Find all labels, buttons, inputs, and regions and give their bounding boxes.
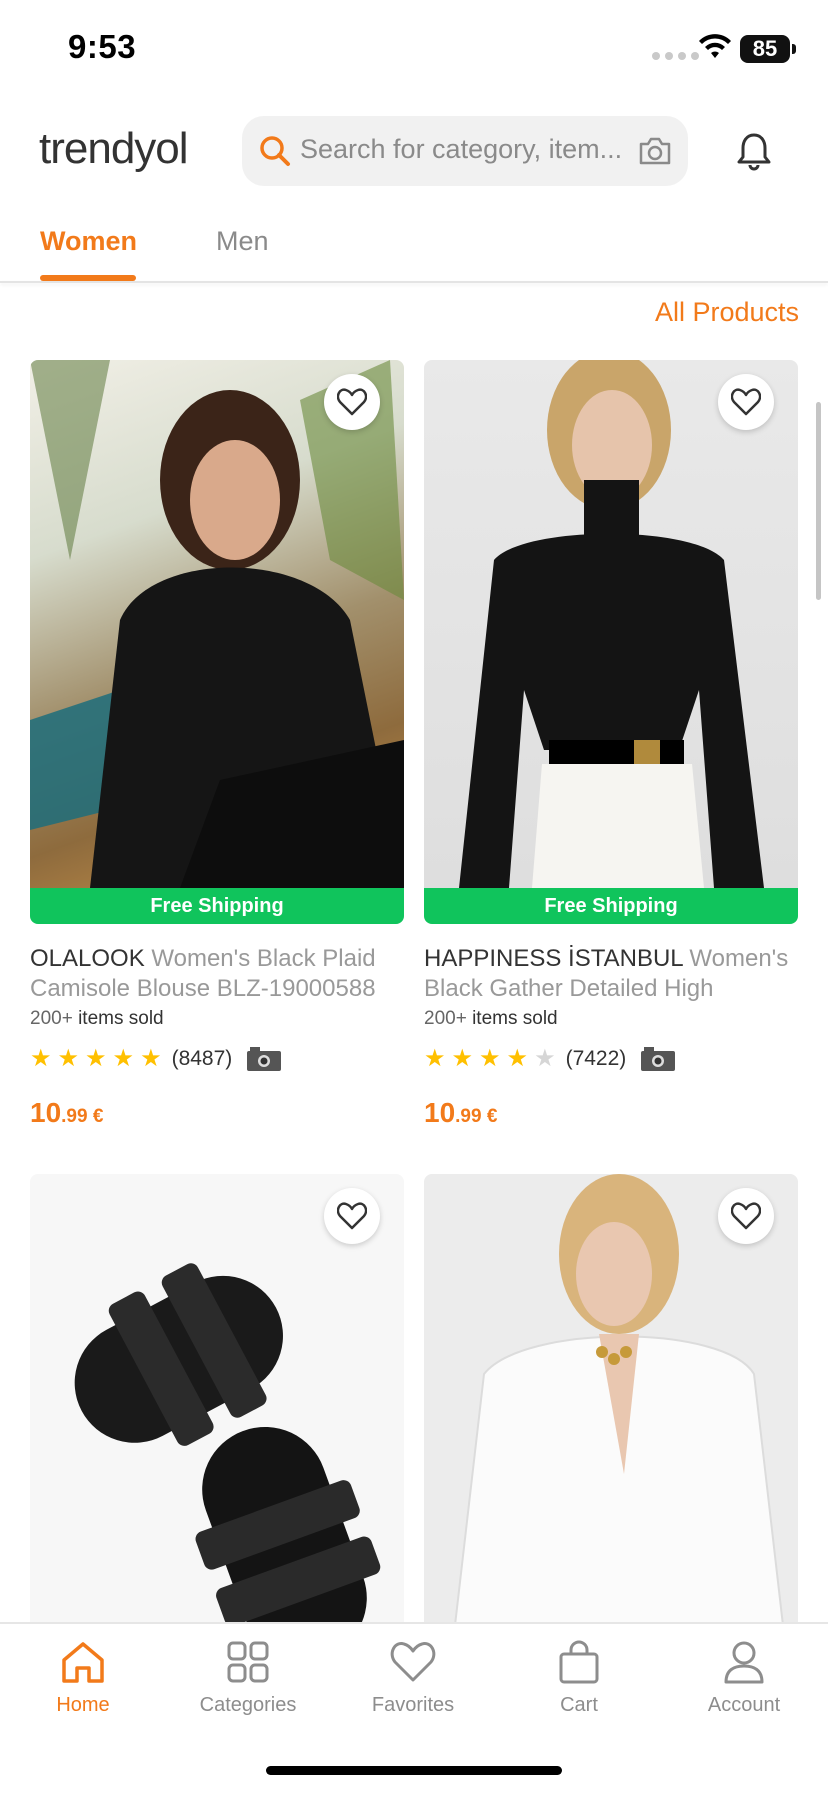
nav-categories-label: Categories <box>199 1694 297 1716</box>
signal-icon <box>652 52 699 60</box>
header-divider <box>0 281 828 283</box>
price-decimal: .99 € <box>61 1106 104 1127</box>
favorite-button[interactable] <box>324 374 380 430</box>
product-image[interactable] <box>424 360 798 888</box>
nav-favorites-label: Favorites <box>371 1694 455 1716</box>
photo-review-icon <box>641 1046 676 1071</box>
star-icon: ★ <box>424 1045 446 1072</box>
nav-cart[interactable]: Cart <box>496 1640 662 1717</box>
nav-account-label: Account <box>707 1694 781 1716</box>
heart-icon <box>337 388 367 416</box>
product-image[interactable] <box>30 360 404 888</box>
items-sold-count: 200+ <box>424 1008 467 1029</box>
bag-icon <box>559 1640 599 1684</box>
home-icon <box>62 1642 104 1683</box>
all-products-link[interactable]: All Products <box>655 297 799 328</box>
product-brand: OLALOOK <box>30 945 145 972</box>
items-sold-label: items sold <box>472 1008 558 1029</box>
tab-women[interactable]: Women <box>40 226 137 257</box>
heart-icon <box>731 388 761 416</box>
items-sold: 200+ items sold <box>30 1008 404 1030</box>
favorite-button[interactable] <box>324 1188 380 1244</box>
camera-search-icon[interactable] <box>637 135 673 167</box>
star-icon: ★ <box>112 1045 135 1072</box>
nav-favorites[interactable]: Favorites <box>330 1640 496 1717</box>
nav-home-label: Home <box>56 1694 110 1716</box>
product-name[interactable]: HAPPINESS İSTANBUL Women's Black Gather … <box>424 944 798 1004</box>
favorite-button[interactable] <box>718 1188 774 1244</box>
wifi-icon <box>699 34 731 58</box>
price-integer: 10 <box>30 1097 62 1128</box>
star-icon: ★ <box>506 1045 529 1072</box>
favorite-button[interactable] <box>718 374 774 430</box>
star-icon: ★ <box>85 1045 107 1072</box>
product-card[interactable]: Free Shipping HAPPINESS İSTANBUL Women's… <box>424 360 798 1129</box>
app-logo: trendyol <box>39 124 189 173</box>
review-count: (7422) <box>565 1046 627 1070</box>
home-indicator <box>266 1766 562 1775</box>
tab-men[interactable]: Men <box>216 226 269 257</box>
star-icon: ★ <box>140 1045 162 1072</box>
product-name[interactable]: OLALOOK Women's Black Plaid Camisole Blo… <box>30 944 404 1004</box>
product-card[interactable]: Free Shipping OLALOOK Women's Black Plai… <box>30 360 404 1129</box>
star-icon: ★ <box>30 1045 52 1072</box>
star-icon: ★ <box>479 1045 501 1072</box>
heart-icon <box>731 1202 761 1230</box>
star-icon: ★ <box>451 1045 474 1072</box>
free-shipping-badge: Free Shipping <box>30 888 404 924</box>
nav-account[interactable]: Account <box>661 1640 827 1717</box>
battery-tip <box>792 44 796 54</box>
product-brand: HAPPINESS İSTANBUL <box>424 945 683 972</box>
bell-icon[interactable] <box>736 131 772 171</box>
product-card[interactable] <box>424 1174 798 1622</box>
rating: ★ ★ ★ ★ ★ (8487) <box>30 1044 404 1073</box>
heart-icon <box>390 1642 436 1682</box>
heart-icon <box>337 1202 367 1230</box>
grid-icon <box>227 1641 269 1683</box>
product-price: 10.99 € <box>30 1097 404 1129</box>
search-input[interactable]: Search for category, item... <box>300 134 632 165</box>
items-sold: 200+ items sold <box>424 1008 798 1030</box>
nav-categories[interactable]: Categories <box>165 1640 331 1717</box>
rating: ★ ★ ★ ★ ★ (7422) <box>424 1044 798 1073</box>
price-integer: 10 <box>424 1097 456 1128</box>
items-sold-label: items sold <box>78 1008 164 1029</box>
star-icon: ★ <box>57 1045 80 1072</box>
user-icon <box>724 1641 764 1684</box>
product-price: 10.99 € <box>424 1097 798 1129</box>
price-decimal: .99 € <box>455 1106 498 1127</box>
items-sold-count: 200+ <box>30 1008 73 1029</box>
nav-cart-label: Cart <box>560 1694 598 1716</box>
star-empty-icon: ★ <box>534 1045 556 1072</box>
free-shipping-badge: Free Shipping <box>424 888 798 924</box>
search-icon <box>260 136 290 166</box>
photo-review-icon <box>247 1046 282 1071</box>
battery-icon: 85 <box>740 35 790 63</box>
product-card[interactable] <box>30 1174 404 1622</box>
nav-home[interactable]: Home <box>0 1640 166 1717</box>
scrollbar[interactable] <box>816 402 821 600</box>
review-count: (8487) <box>171 1046 233 1070</box>
status-time: 9:53 <box>68 28 137 65</box>
